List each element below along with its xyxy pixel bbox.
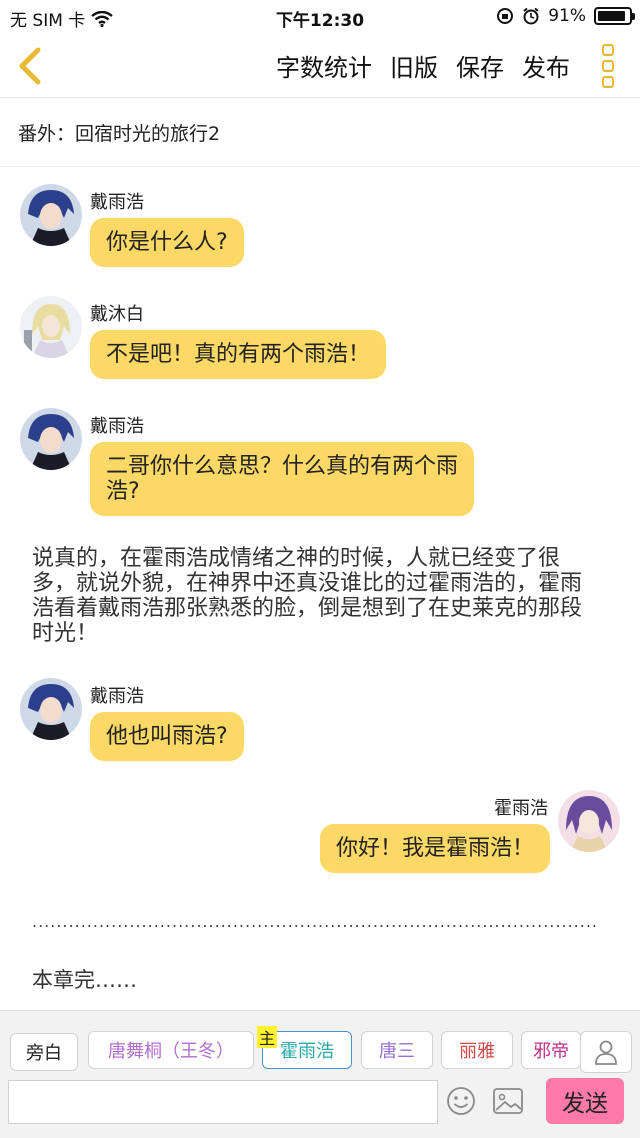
sender-name: 戴雨浩 [90, 416, 144, 437]
character-chip-tang-wutong[interactable]: 唐舞桐（王冬） [88, 1031, 254, 1069]
sender-name: 戴沐白 [90, 304, 144, 325]
chapter-end-divider: ........................................… [32, 912, 598, 931]
main-character-badge: 主 [257, 1026, 277, 1048]
chat-area: 戴雨浩 你是什么人? 戴沐白 不是吧！真的有两个雨浩！ 戴雨浩 二哥你什么意思？… [0, 168, 640, 1010]
message-bubble[interactable]: 不是吧！真的有两个雨浩！ [90, 330, 387, 379]
sender-name: 戴雨浩 [90, 686, 144, 707]
avatar[interactable] [558, 790, 620, 852]
character-chip-xie-di[interactable]: 邪帝 [521, 1031, 581, 1069]
battery-percent: 91% [548, 6, 586, 26]
avatar[interactable] [20, 296, 82, 358]
character-chip-label: 丽雅 [459, 1041, 495, 1062]
publish-button[interactable]: 发布 [522, 48, 570, 83]
sender-name: 霍雨浩 [494, 798, 548, 819]
word-count-button[interactable]: 字数统计 [276, 48, 372, 83]
character-selector: 旁白 唐舞桐（王冬） 主 霍雨浩 唐三 丽雅 邪帝 [0, 1010, 640, 1078]
nav-bar: 字数统计 旧版 保存 发布 [0, 34, 640, 98]
avatar[interactable] [20, 408, 82, 470]
old-version-button[interactable]: 旧版 [390, 48, 438, 83]
avatar[interactable] [20, 678, 82, 740]
status-bar: 无 SIM 卡 下午12:30 91% [0, 0, 640, 34]
person-button[interactable] [580, 1031, 632, 1073]
status-right: 91% [496, 6, 635, 26]
battery-fill [598, 11, 626, 21]
character-chip-label: 唐舞桐（王冬） [108, 1041, 234, 1062]
save-button[interactable]: 保存 [456, 48, 504, 83]
sender-name: 戴雨浩 [90, 192, 144, 213]
chapter-end-text[interactable]: 本章完…… [32, 964, 137, 994]
chapter-title[interactable]: 番外：回宿时光的旅行2 [0, 99, 640, 167]
narration-text[interactable]: 说真的，在霍雨浩成情绪之神的时候，人就已经变了很多，就说外貌，在神界中还真没谁比… [32, 546, 602, 646]
avatar[interactable] [20, 184, 82, 246]
chevron-left-icon [19, 47, 41, 85]
message-bubble[interactable]: 你是什么人? [90, 218, 244, 267]
image-icon[interactable] [492, 1086, 524, 1116]
character-chip-label: 旁白 [26, 1043, 62, 1064]
message-bubble[interactable]: 二哥你什么意思？什么真的有两个雨浩? [90, 442, 474, 516]
smiley-icon[interactable] [446, 1086, 476, 1116]
message-bubble[interactable]: 他也叫雨浩? [90, 712, 244, 761]
character-chip-label: 唐三 [379, 1041, 415, 1062]
character-chip-li-ya[interactable]: 丽雅 [441, 1031, 513, 1069]
back-button[interactable] [12, 44, 52, 88]
message-input[interactable] [8, 1080, 438, 1124]
character-chip-narrator[interactable]: 旁白 [10, 1033, 78, 1071]
character-chip-huo-yuhao[interactable]: 主 霍雨浩 [257, 1026, 352, 1069]
more-vertical-icon[interactable] [602, 44, 618, 88]
nav-actions: 字数统计 旧版 保存 发布 [276, 48, 570, 83]
character-chip-label: 邪帝 [533, 1041, 569, 1062]
alarm-icon [523, 7, 539, 25]
message-bubble[interactable]: 你好！我是霍雨浩！ [319, 824, 550, 873]
character-chip-tang-san[interactable]: 唐三 [361, 1031, 433, 1069]
character-chip-label: 霍雨浩 [280, 1041, 334, 1062]
input-bar: 发送 [0, 1078, 640, 1138]
send-button[interactable]: 发送 [546, 1078, 624, 1124]
battery-icon [594, 7, 635, 25]
orientation-lock-icon [497, 8, 514, 24]
person-icon [595, 1040, 617, 1065]
